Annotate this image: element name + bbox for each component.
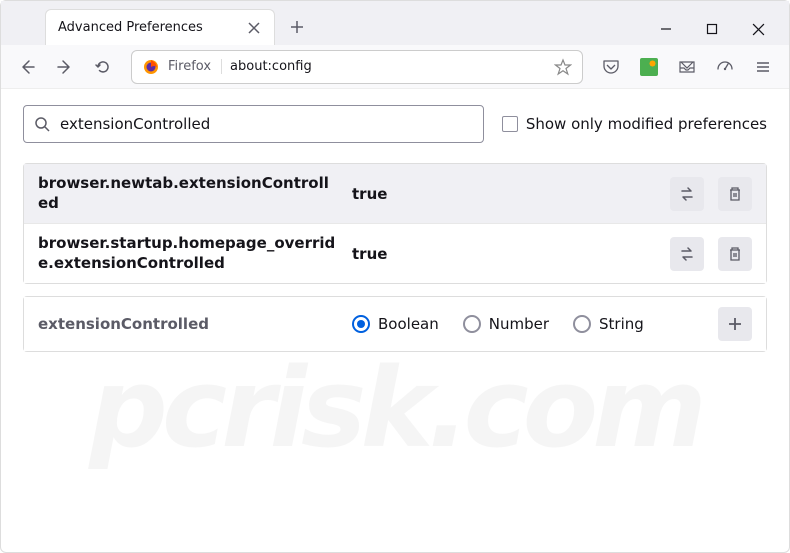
pref-name: browser.startup.homepage_override.extens… [38,234,338,273]
toggle-button[interactable] [670,177,704,211]
checkbox[interactable] [502,116,518,132]
radio-option-boolean[interactable]: Boolean [352,315,439,333]
close-window-button[interactable] [735,13,781,45]
back-button[interactable] [11,51,43,83]
toggle-button[interactable] [670,237,704,271]
create-pref-name: extensionControlled [38,315,338,333]
delete-button[interactable] [718,177,752,211]
type-radio-group: Boolean Number String [352,315,704,333]
create-pref-box: extensionControlled Boolean Number Strin… [23,296,767,352]
radio[interactable] [573,315,591,333]
pref-name: browser.newtab.extensionControlled [38,174,338,213]
radio-label: String [599,315,644,333]
radio-label: Number [489,315,549,333]
maximize-button[interactable] [689,13,735,45]
url-bar[interactable]: Firefox about:config [131,50,583,84]
url-text: about:config [230,59,546,74]
pref-value: true [352,185,656,203]
window-controls [643,13,781,45]
dashboard-icon[interactable] [709,51,741,83]
add-button[interactable] [718,307,752,341]
about-config-content: Show only modified preferences browser.n… [1,89,789,368]
search-box[interactable] [23,105,484,143]
close-icon[interactable] [246,20,262,36]
search-input[interactable] [60,115,473,133]
reload-button[interactable] [87,51,119,83]
new-tab-button[interactable] [281,11,313,43]
titlebar: Advanced Preferences [1,1,789,45]
pref-row: browser.newtab.extensionControlled true [24,164,766,223]
menu-button[interactable] [747,51,779,83]
pref-value: true [352,245,656,263]
forward-button[interactable] [49,51,81,83]
delete-button[interactable] [718,237,752,271]
firefox-logo-icon [142,58,160,76]
show-modified-checkbox-group[interactable]: Show only modified preferences [502,115,767,133]
pref-row: browser.startup.homepage_override.extens… [24,223,766,283]
create-pref-row: extensionControlled Boolean Number Strin… [24,297,766,351]
radio-option-number[interactable]: Number [463,315,549,333]
search-row: Show only modified preferences [23,105,767,143]
radio-label: Boolean [378,315,439,333]
radio[interactable] [352,315,370,333]
url-identity-label: Firefox [168,59,222,74]
search-icon [34,116,50,132]
radio-option-string[interactable]: String [573,315,644,333]
toolbar: Firefox about:config [1,45,789,89]
pocket-icon[interactable] [595,51,627,83]
tab-title: Advanced Preferences [58,20,238,35]
tab-active[interactable]: Advanced Preferences [45,9,275,45]
inbox-icon[interactable] [671,51,703,83]
preferences-list: browser.newtab.extensionControlled true … [23,163,767,284]
checkbox-label: Show only modified preferences [526,115,767,133]
bookmark-star-icon[interactable] [554,58,572,76]
radio[interactable] [463,315,481,333]
extension-icon[interactable] [633,51,665,83]
minimize-button[interactable] [643,13,689,45]
